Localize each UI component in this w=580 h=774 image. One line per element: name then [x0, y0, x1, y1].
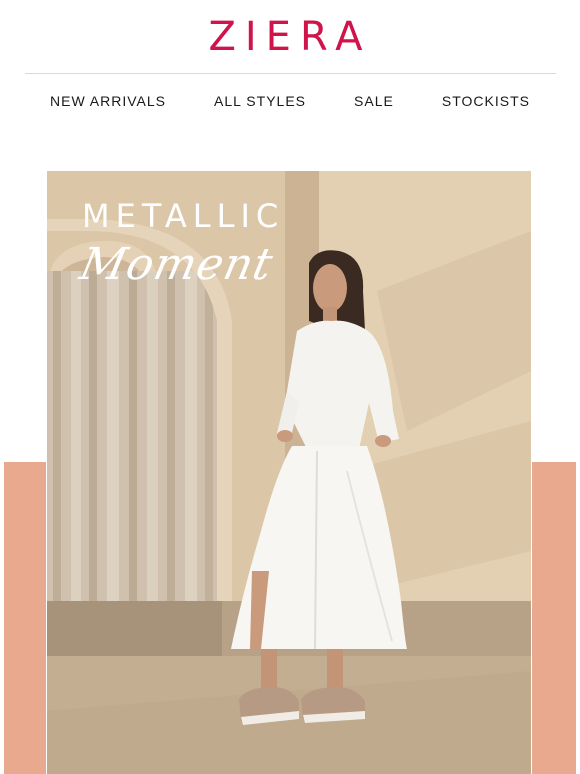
main-nav: NEW ARRIVALS ALL STYLES SALE STOCKISTS — [50, 91, 530, 111]
headline-metallic: METALLIC — [82, 197, 285, 235]
curtain-icon — [47, 271, 217, 601]
hero-banner[interactable]: METALLIC Moment — [47, 171, 531, 774]
headline-moment: Moment — [75, 239, 278, 290]
side-band-right — [532, 462, 576, 774]
header-divider — [25, 73, 556, 74]
nav-new-arrivals[interactable]: NEW ARRIVALS — [50, 93, 166, 109]
nav-all-styles[interactable]: ALL STYLES — [214, 93, 306, 109]
nav-sale[interactable]: SALE — [354, 93, 394, 109]
brand-logo[interactable]: ZIERA — [0, 14, 580, 60]
side-band-left — [4, 462, 46, 774]
nav-stockists[interactable]: STOCKISTS — [442, 93, 530, 109]
